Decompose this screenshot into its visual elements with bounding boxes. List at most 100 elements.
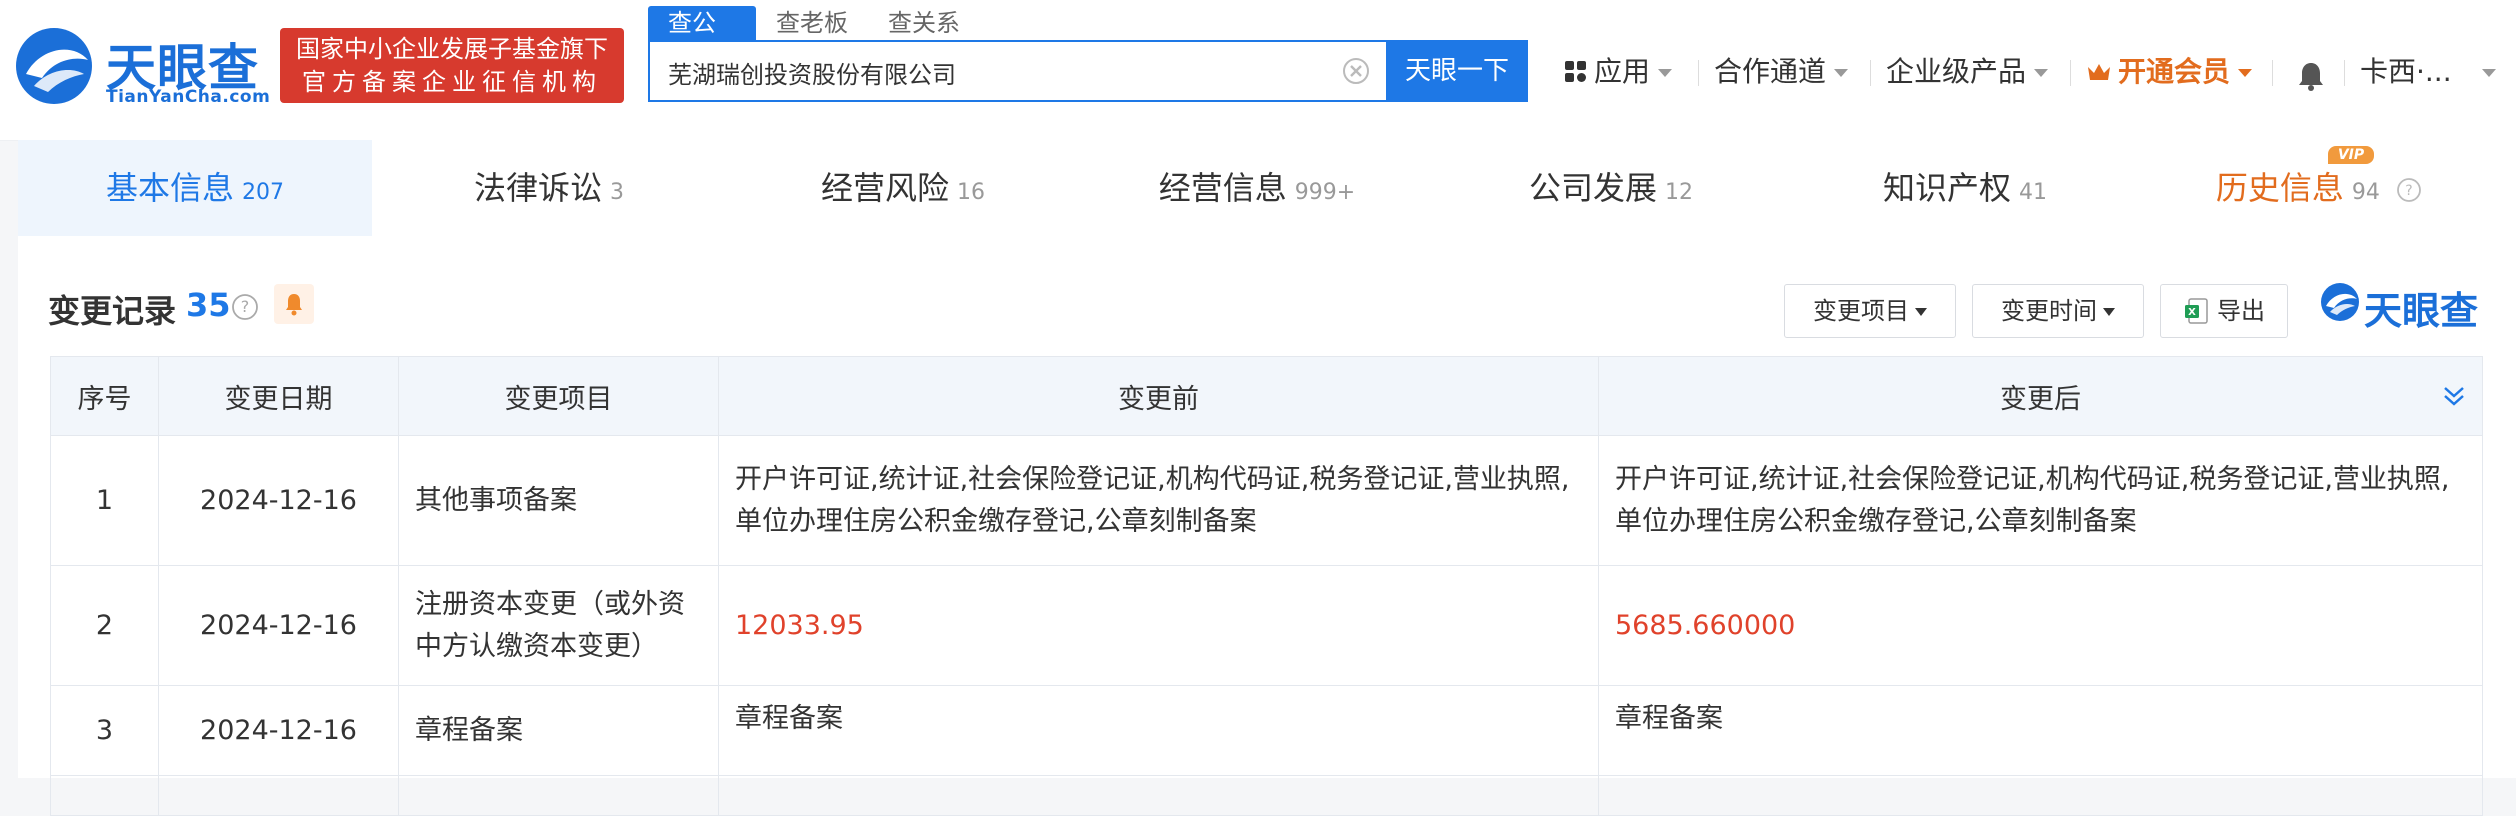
nav-vip[interactable]: 开通会员 [2086, 50, 2253, 94]
company-tabs: 基本信息 207 法律诉讼 3 经营风险 16 经营信息 999+ 公司发展 12 知识产… [18, 140, 2516, 237]
cell-item: 章程备案 [398, 685, 719, 776]
header-after-label: 变更后 [2000, 383, 2081, 415]
filter-change-item[interactable]: 变更项目 [1784, 284, 1956, 338]
official-banner: 国家中小企业发展子基金旗下 官方备案企业征信机构 [280, 28, 624, 103]
cell-date: 2024-12-16 [158, 685, 399, 776]
header-date: 变更日期 [158, 356, 399, 436]
tab-risk[interactable]: 经营风险 16 [726, 140, 1080, 236]
help-icon[interactable]: ? [2396, 177, 2422, 203]
cell-before: 开户许可证,统计证,社会保险登记证,机构代码证,税务登记证,营业执照,单位办理住… [718, 435, 1599, 566]
monitor-button[interactable] [274, 284, 314, 324]
tab-label: 基本信息 [105, 169, 234, 207]
banner-line-2: 官方备案企业征信机构 [302, 68, 602, 96]
caret-down-icon [1915, 308, 1927, 316]
svg-text:X: X [2188, 307, 2196, 318]
tab-count: 12 [1665, 180, 1693, 205]
tab-legal[interactable]: 法律诉讼 3 [372, 140, 726, 236]
tab-operation[interactable]: 经营信息 999+ [1080, 140, 1434, 236]
table-row [50, 775, 2483, 816]
cell-before: 章程备案 [718, 685, 1599, 776]
logo[interactable]: 天眼查 TianYanCha.com [14, 24, 274, 109]
search-tab-relation[interactable]: 查关系 [868, 6, 980, 40]
search-input[interactable] [666, 42, 1330, 102]
user-menu[interactable]: 卡西·... [2360, 50, 2496, 94]
nav-divider [2070, 60, 2071, 86]
filter-label: 变更项目 [1813, 297, 1909, 325]
cell-no [50, 775, 159, 816]
eye-logo-icon [16, 28, 92, 104]
tab-count: 41 [2019, 180, 2047, 205]
header-no: 序号 [50, 356, 159, 436]
tab-history[interactable]: 历史信息 94 ? [2142, 140, 2496, 236]
svg-text:?: ? [2405, 183, 2412, 199]
cell-date: 2024-12-16 [158, 435, 399, 566]
nav-enterprise-label: 企业级产品 [1886, 55, 2027, 88]
logo-domain: TianYanCha.com [106, 87, 271, 107]
search-box [648, 40, 1386, 102]
cell-item [398, 775, 719, 816]
cell-no: 1 [50, 435, 159, 566]
eye-logo-icon [2321, 283, 2359, 321]
nav-divider [2344, 60, 2345, 86]
tab-count: 999+ [1294, 180, 1356, 205]
header-after: 变更后 [1598, 356, 2483, 436]
cell-date [158, 775, 399, 816]
bell-icon[interactable] [2296, 60, 2326, 92]
clear-icon[interactable] [1342, 57, 1370, 85]
chevron-down-icon [1658, 69, 1673, 77]
tab-ip[interactable]: 知识产权 41 [1788, 140, 2142, 236]
search-tab-boss[interactable]: 查老板 [756, 6, 868, 40]
tab-label: 历史信息 [2215, 169, 2344, 207]
search-tab-company[interactable]: 查公司 [648, 6, 756, 71]
table-row: 2 2024-12-16 注册资本变更（或外资中方认缴资本变更） 12033.9… [50, 565, 2483, 686]
tab-label: 知识产权 [1882, 169, 2011, 207]
cell-before: 12033.95 [718, 565, 1599, 686]
filter-label: 变更时间 [2001, 297, 2097, 325]
filter-change-time[interactable]: 变更时间 [1972, 284, 2144, 338]
cell-after: 5685.660000 [1598, 565, 2483, 686]
caret-down-icon [2103, 308, 2115, 316]
cell-no: 2 [50, 565, 159, 686]
help-icon[interactable]: ? [230, 292, 260, 322]
tab-label: 法律诉讼 [473, 169, 602, 207]
tab-count: 3 [610, 180, 624, 205]
tab-basic-info[interactable]: 基本信息 207 [18, 140, 372, 236]
user-name: 卡西·... [2360, 55, 2452, 88]
table-header-row: 序号 变更日期 变更项目 变更前 变更后 [50, 356, 2483, 436]
header-item: 变更项目 [398, 356, 719, 436]
cell-item: 注册资本变更（或外资中方认缴资本变更） [398, 565, 719, 686]
tab-count: 207 [242, 180, 284, 205]
watermark-logo: 天眼查 [2320, 282, 2486, 333]
nav-cooperation[interactable]: 合作通道 [1714, 50, 1849, 94]
nav-apps-label: 应用 [1594, 55, 1651, 88]
nav-vip-label: 开通会员 [2118, 55, 2231, 88]
nav-divider [1698, 60, 1699, 86]
chevron-down-icon [2238, 69, 2253, 77]
section-title: 变更记录 [48, 292, 177, 330]
vip-badge: VIP [2328, 146, 2374, 164]
crown-icon [2088, 64, 2110, 80]
tab-count: 94 [2351, 180, 2380, 205]
cell-date: 2024-12-16 [158, 565, 399, 686]
cell-after: 章程备案 [1598, 685, 2483, 776]
export-button[interactable]: X 导出 [2160, 284, 2288, 338]
nav-divider [2272, 60, 2273, 86]
table-row: 1 2024-12-16 其他事项备案 开户许可证,统计证,社会保险登记证,机构… [50, 435, 2483, 566]
grid-icon [1565, 61, 1586, 82]
banner-line-1: 国家中小企业发展子基金旗下 [296, 35, 608, 63]
nav-apps[interactable]: 应用 [1564, 50, 1673, 94]
excel-icon: X [2185, 298, 2208, 324]
nav-cooperation-label: 合作通道 [1714, 55, 1827, 88]
svg-text:?: ? [241, 297, 250, 316]
watermark-text: 天眼查 [2364, 289, 2479, 333]
search-button[interactable]: 天眼一下 [1386, 40, 1528, 102]
tab-development[interactable]: 公司发展 12 [1434, 140, 1788, 236]
nav-enterprise[interactable]: 企业级产品 [1886, 50, 2049, 94]
table-row: 3 2024-12-16 章程备案 章程备案 章程备案 [50, 685, 2483, 776]
chevron-down-icon [1834, 69, 1849, 77]
tab-count: 16 [957, 180, 985, 205]
nav-divider [1870, 60, 1871, 86]
bell-icon [286, 294, 302, 316]
double-chevron-down-icon[interactable] [2440, 383, 2468, 409]
chevron-down-icon [2034, 69, 2049, 77]
